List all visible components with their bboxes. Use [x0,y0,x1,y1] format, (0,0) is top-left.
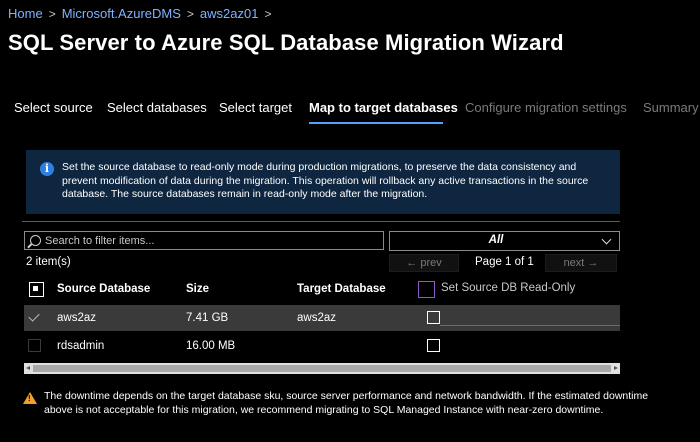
row-divider [440,325,620,326]
chevron-down-icon [601,234,612,245]
column-header-source[interactable]: Source Database [57,283,150,295]
target-database-cell[interactable]: aws2az [297,312,336,324]
column-header-target[interactable]: Target Database [297,283,386,295]
breadcrumb: Home > Microsoft.AzureDMS > aws2az01 > [8,6,271,21]
divider [22,221,620,222]
search-icon [30,235,41,246]
info-banner: i Set the source database to read-only m… [26,150,620,214]
scrollbar-thumb[interactable] [33,365,611,372]
row-checkbox[interactable] [28,339,41,352]
chevron-right-icon: > [264,6,272,21]
warning-icon: ! [23,392,37,404]
scroll-right-icon[interactable] [614,366,618,370]
breadcrumb-home[interactable]: Home [8,6,43,21]
more-options-icon[interactable]: ··· [523,32,539,50]
filter-value: All [488,234,504,246]
search-input[interactable] [45,233,375,248]
readonly-checkbox[interactable] [427,339,440,352]
select-all-checkbox[interactable] [29,282,44,297]
checkmark-icon[interactable] [28,310,40,322]
wizard-tabs: Select source Select databases Select ta… [0,100,700,130]
next-page-button[interactable]: next → [545,254,617,272]
column-header-readonly: Set Source DB Read-Only [441,282,576,294]
table-row[interactable]: rdsadmin 16.00 MB [24,333,620,359]
warning-text: The downtime depends on the target datab… [44,390,649,416]
active-tab-indicator [309,122,443,124]
chevron-right-icon: > [186,6,194,21]
horizontal-scrollbar[interactable] [24,363,620,374]
readonly-checkbox[interactable] [427,311,440,324]
page-indicator: Page 1 of 1 [475,256,534,268]
source-database-cell: aws2az [57,312,96,324]
prev-page-button[interactable]: ← prev [389,254,459,272]
tab-configure-migration-settings: Configure migration settings [465,100,627,115]
breadcrumb-dms[interactable]: Microsoft.AzureDMS [62,6,181,21]
size-cell: 16.00 MB [186,340,236,352]
tab-select-target[interactable]: Select target [219,100,292,115]
chevron-right-icon: > [48,6,56,21]
source-database-cell: rdsadmin [57,340,105,352]
tab-map-to-target-databases[interactable]: Map to target databases [309,100,458,115]
readonly-all-checkbox[interactable] [418,281,435,298]
tab-select-source[interactable]: Select source [14,100,93,115]
column-header-size[interactable]: Size [186,283,209,295]
table-row[interactable]: aws2az 7.41 GB aws2az [24,305,620,331]
item-count: 2 item(s) [26,256,71,268]
search-box[interactable] [24,231,384,250]
page-title: SQL Server to Azure SQL Database Migrati… [8,30,564,55]
scroll-left-icon[interactable] [26,366,30,370]
breadcrumb-service[interactable]: aws2az01 [200,6,259,21]
info-text: Set the source database to read-only mod… [62,161,589,200]
size-cell: 7.41 GB [186,312,229,324]
info-icon: i [40,162,54,176]
tab-summary: Summary [643,100,699,115]
filter-dropdown[interactable]: All [389,231,620,251]
tab-select-databases[interactable]: Select databases [107,100,207,115]
